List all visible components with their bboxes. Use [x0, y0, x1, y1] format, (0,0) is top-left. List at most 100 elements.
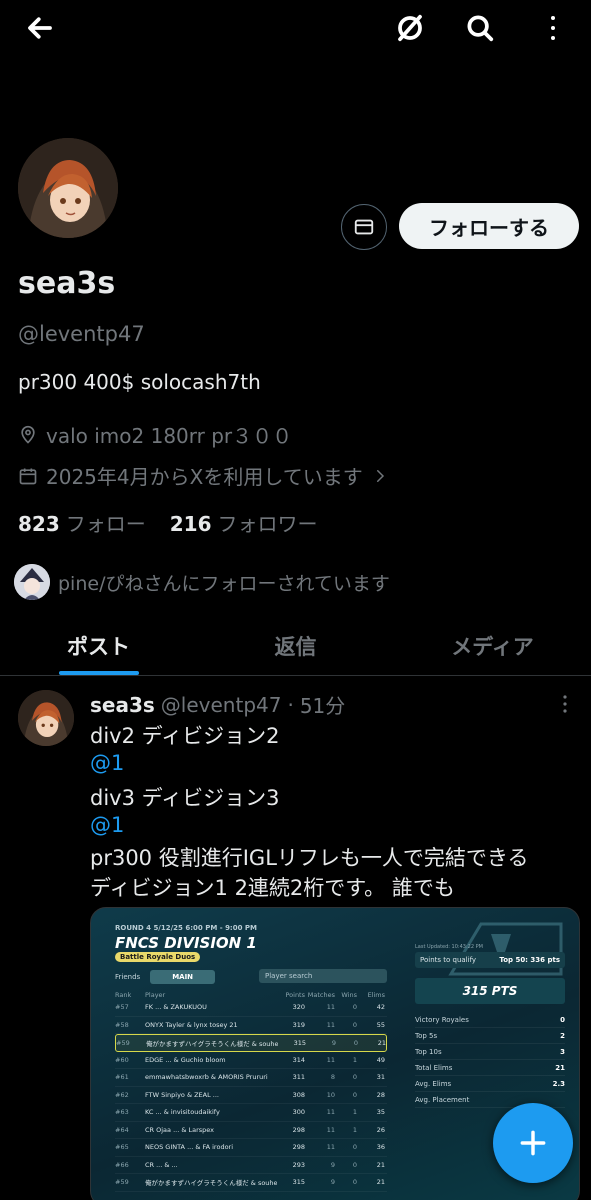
cell-rank: #62 — [115, 1090, 129, 1099]
more-vertical-icon[interactable] — [533, 8, 573, 48]
post-text-line: pr300 役割進行IGLリフレも一人で完結できる — [90, 846, 529, 870]
cell-wins: 1 — [352, 1108, 357, 1117]
qualify-value: Top 50: 336 pts — [499, 956, 560, 964]
post-author-name[interactable]: sea3s — [90, 693, 155, 717]
cell-elims: 55 — [376, 1020, 385, 1029]
cell-wins: 1 — [352, 1125, 357, 1134]
leaderboard-row: #66 CR ... & ... 293 9 0 21 — [115, 1157, 387, 1174]
followed-by-row[interactable]: pine/ぴねさんにフォローされています — [14, 564, 390, 600]
post-time: 51分 — [299, 694, 346, 718]
leaderboard-row: #59 俺がかますずハイグラそうくん様だ & souhe Wingu 315 9 0 21 — [115, 1034, 387, 1052]
leaderboard-row: #64 CR Ojaa ... & Larspex 298 11 1 26 — [115, 1122, 387, 1139]
cell-player: emmawhatsbwoxrb & AMORIS Prururi — [145, 1073, 268, 1082]
media-filter: Friends MAIN — [115, 970, 216, 984]
cell-rank: #65 — [115, 1143, 129, 1152]
header-wins: Wins — [341, 990, 357, 999]
media-leaderboard: Rank Player Points Matches Wins Elims #5… — [115, 990, 387, 1192]
leaderboard-row: #60 EDGE ... & Guchio bloom 314 11 1 49 — [115, 1052, 387, 1069]
cell-wins: 0 — [352, 1143, 357, 1152]
plus-icon — [520, 1130, 546, 1156]
cell-matches: 9 — [330, 1160, 335, 1169]
post-mention[interactable]: @1 — [90, 813, 124, 837]
stat-label: Avg. Elims — [415, 1079, 452, 1088]
leaderboard-row: #61 emmawhatsbwoxrb & AMORIS Prururi 311 8 0… — [115, 1069, 387, 1087]
cell-wins: 0 — [352, 1003, 357, 1012]
back-arrow-icon[interactable] — [20, 8, 60, 48]
cell-points: 319 — [292, 1020, 305, 1029]
stat-value: 3 — [560, 1047, 565, 1056]
cell-wins: 0 — [352, 1090, 357, 1099]
search-icon[interactable] — [460, 8, 500, 48]
cell-matches: 8 — [330, 1073, 335, 1082]
cell-rank: #63 — [115, 1108, 129, 1117]
stat-row: Victory Royales 0 — [415, 1012, 565, 1028]
calendar-icon — [19, 468, 37, 484]
cell-points: 298 — [292, 1125, 305, 1134]
stat-value: 21 — [555, 1063, 565, 1072]
cell-elims: 26 — [376, 1125, 385, 1134]
leaderboard-row: #59 俺がかますずハイグラそうくん様だ & souhe Wingu 315 9 0 21 — [115, 1174, 387, 1192]
stat-value: 2.3 — [552, 1079, 565, 1088]
stat-row: Top 10s 3 — [415, 1044, 565, 1060]
post-text-line: div3 ディビジョン3 — [90, 786, 280, 810]
cell-rank: #59 — [116, 1038, 130, 1047]
header-player: Player — [145, 990, 166, 999]
following-count: 823 — [18, 512, 60, 536]
cell-rank: #66 — [115, 1160, 129, 1169]
cell-rank: #57 — [115, 1003, 129, 1012]
cell-elims: 28 — [376, 1090, 385, 1099]
cell-rank: #58 — [115, 1020, 129, 1029]
media-stats-panel: Last Updated: 10:43:22 PM Points to qual… — [415, 944, 565, 1108]
qualify-label: Points to qualify — [420, 956, 477, 964]
cell-matches: 11 — [326, 1143, 335, 1152]
post-more-icon[interactable] — [560, 694, 570, 719]
stat-label: Victory Royales — [415, 1015, 469, 1024]
leaderboard-row: #62 FTW Sinpiyo & ZEAL ... 308 10 0 28 — [115, 1087, 387, 1104]
followers-count: 216 — [169, 512, 212, 536]
stat-label: Avg. Placement — [415, 1095, 470, 1104]
follow-button[interactable]: フォローする — [399, 203, 579, 249]
profile-avatar[interactable] — [18, 138, 118, 238]
header-points: Points — [285, 990, 305, 999]
leaderboard-row: #58 ONYX Tayler & lynx tosey 21 319 11 0 55 — [115, 1017, 387, 1034]
chevron-right-icon — [376, 469, 384, 482]
post-avatar[interactable] — [18, 690, 74, 746]
header-matches: Matches — [307, 990, 335, 999]
cell-elims: 31 — [376, 1073, 385, 1082]
cell-player: NEOS GINTA ... & FA irodori — [145, 1143, 234, 1152]
media-table-header: Rank Player Points Matches Wins Elims — [115, 990, 387, 999]
cell-elims: 49 — [376, 1055, 385, 1064]
following-link[interactable]: 823 フォロー — [18, 508, 146, 537]
cell-matches: 11 — [326, 1055, 335, 1064]
profile-tabs: ポスト 返信 メディア — [0, 616, 591, 676]
followers-label: フォロワー — [217, 512, 318, 536]
cell-matches: 11 — [326, 1003, 335, 1012]
followers-link[interactable]: 216 フォロワー — [170, 508, 318, 537]
tab-posts[interactable]: ポスト — [0, 616, 197, 675]
cell-points: 300 — [292, 1108, 305, 1117]
stat-label: Top 10s — [415, 1047, 442, 1056]
joined-row[interactable]: 2025年4月からXを利用しています — [18, 461, 389, 490]
post-author-handle[interactable]: @leventp47 — [161, 693, 282, 717]
profile-joined: 2025年4月からXを利用しています — [46, 465, 363, 489]
media-title: FNCS DIVISION 1 — [115, 934, 257, 952]
tab-media[interactable]: メディア — [394, 616, 591, 675]
stat-label: Top 5s — [415, 1031, 438, 1040]
tab-replies[interactable]: 返信 — [197, 616, 394, 675]
cell-player: ONYX Tayler & lynx tosey 21 — [145, 1020, 238, 1029]
cell-wins: 0 — [352, 1160, 357, 1169]
post-text-line: div2 ディビジョン2 — [90, 724, 280, 748]
cell-points: 315 — [293, 1038, 306, 1047]
post-mention[interactable]: @1 — [90, 751, 124, 775]
message-button[interactable] — [341, 204, 387, 250]
grok-icon[interactable] — [390, 8, 430, 48]
cell-player: KC ... & invisitoudaikify — [145, 1108, 220, 1117]
media-friends: Friends — [115, 973, 141, 981]
compose-button[interactable] — [493, 1103, 573, 1183]
follower-avatar — [14, 564, 50, 600]
cell-wins: 0 — [353, 1038, 358, 1047]
cell-elims: 42 — [376, 1003, 385, 1012]
cell-points: 293 — [292, 1160, 305, 1169]
location-row: valo imo2 180rr pr３００ — [18, 420, 292, 449]
post-text-line: ディビジョン1 2連続2桁です。 誰でも — [90, 876, 455, 900]
